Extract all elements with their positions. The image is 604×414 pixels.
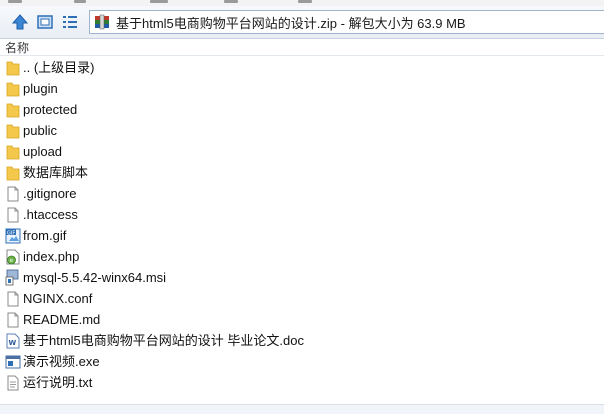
file-icon — [5, 311, 21, 328]
word-document-icon: W — [5, 332, 21, 349]
file-list-item[interactable]: .htaccess — [0, 204, 604, 225]
list-view-icon — [63, 16, 77, 28]
file-list-item[interactable]: 数据库脚本 — [0, 162, 604, 183]
archive-path-label: 基于html5电商购物平台网站的设计.zip - 解包大小为 63.9 MB — [116, 15, 466, 31]
file-list-item[interactable]: .. (上级目录) — [0, 57, 604, 78]
file-icon — [5, 185, 21, 202]
menu-item-fragment[interactable] — [150, 0, 168, 3]
executable-icon — [5, 353, 21, 370]
menu-item-fragment[interactable] — [298, 0, 312, 3]
file-list-item[interactable]: public — [0, 120, 604, 141]
file-list-item[interactable]: e index.php — [0, 246, 604, 267]
address-bar[interactable]: 基于html5电商购物平台网站的设计.zip - 解包大小为 63.9 MB — [89, 10, 604, 34]
svg-text:W: W — [9, 339, 17, 347]
file-list-item[interactable]: NGINX.conf — [0, 288, 604, 309]
file-list-item[interactable]: protected — [0, 99, 604, 120]
folder-icon — [5, 59, 21, 76]
menu-item-fragment[interactable] — [8, 0, 22, 3]
toolbar: 基于html5电商购物平台网站的设计.zip - 解包大小为 63.9 MB — [0, 6, 604, 39]
up-folder-button[interactable] — [10, 12, 30, 32]
file-list-item[interactable]: .gitignore — [0, 183, 604, 204]
file-name-label: .. (上级目录) — [23, 60, 95, 75]
svg-text:GIF: GIF — [7, 230, 15, 236]
file-list-item[interactable]: 演示视频.exe — [0, 351, 604, 372]
large-icons-view-button[interactable] — [35, 12, 55, 32]
file-icon — [5, 206, 21, 223]
file-name-label: upload — [23, 144, 63, 159]
folder-icon — [5, 143, 21, 160]
column-header: 名称 — [0, 39, 604, 56]
file-name-label: 基于html5电商购物平台网站的设计 毕业论文.doc — [23, 333, 304, 348]
file-name-label: protected — [23, 102, 78, 117]
file-list-item[interactable]: 运行说明.txt — [0, 372, 604, 393]
file-list-item[interactable]: README.md — [0, 309, 604, 330]
folder-icon — [5, 122, 21, 139]
file-name-label: from.gif — [23, 228, 67, 243]
file-name-label: public — [23, 123, 57, 138]
installer-icon — [5, 269, 21, 286]
file-name-label: README.md — [23, 312, 101, 327]
file-name-label: 演示视频.exe — [23, 354, 100, 369]
file-list-item[interactable]: plugin — [0, 78, 604, 99]
file-name-label: 运行说明.txt — [23, 375, 93, 390]
folder-icon — [5, 80, 21, 97]
list-view-button[interactable] — [60, 12, 80, 32]
file-list: .. (上级目录) plugin protected public upload 数据库脚… — [0, 57, 604, 393]
file-name-label: plugin — [23, 81, 58, 96]
menu-item-fragment[interactable] — [74, 0, 86, 3]
column-header-name[interactable]: 名称 — [5, 39, 29, 56]
file-list-item[interactable]: mysql-5.5.42-winx64.msi — [0, 267, 604, 288]
up-arrow-icon — [11, 14, 29, 30]
file-name-label: .gitignore — [23, 186, 77, 201]
file-list-item[interactable]: GIF from.gif — [0, 225, 604, 246]
folder-icon — [5, 164, 21, 181]
file-list-item[interactable]: W 基于html5电商购物平台网站的设计 毕业论文.doc — [0, 330, 604, 351]
text-file-icon — [5, 374, 21, 391]
folder-icon — [5, 101, 21, 118]
file-name-label: index.php — [23, 249, 80, 264]
file-name-label: NGINX.conf — [23, 291, 93, 306]
file-list-item[interactable]: upload — [0, 141, 604, 162]
zip-archive-icon — [95, 14, 109, 30]
file-name-label: .htaccess — [23, 207, 78, 222]
file-name-label: mysql-5.5.42-winx64.msi — [23, 270, 167, 285]
menu-item-fragment[interactable] — [224, 0, 238, 3]
grid-view-icon — [37, 15, 53, 29]
file-icon — [5, 290, 21, 307]
php-file-icon: e — [5, 248, 21, 265]
gif-image-icon: GIF — [5, 227, 21, 244]
file-name-label: 数据库脚本 — [23, 165, 89, 180]
